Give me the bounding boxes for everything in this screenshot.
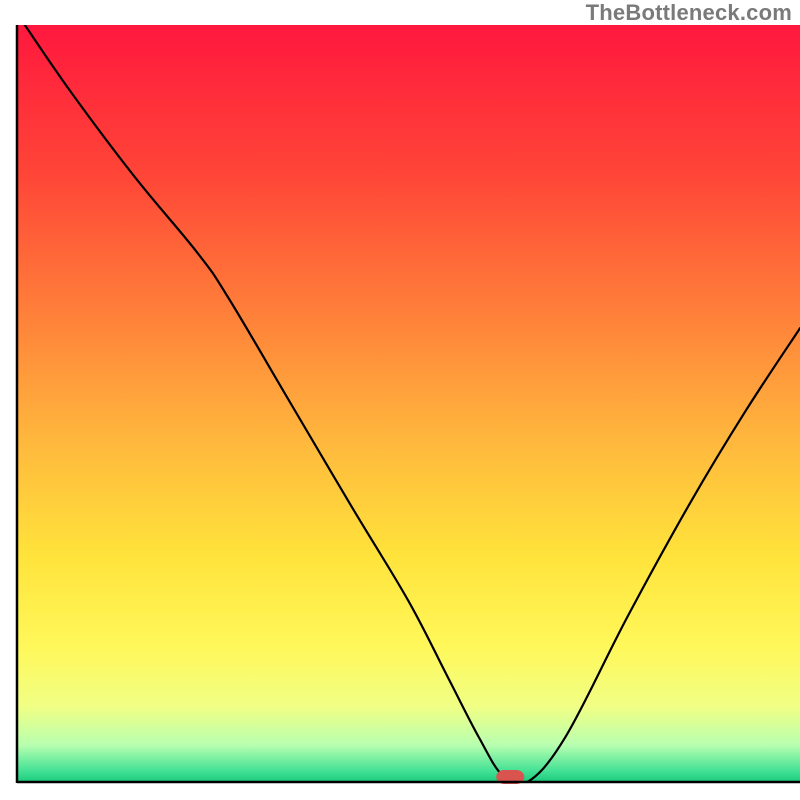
chart-container: TheBottleneck.com [0, 0, 800, 800]
watermark-label: TheBottleneck.com [586, 0, 792, 26]
gradient-background [17, 25, 800, 783]
bottleneck-chart [0, 0, 800, 800]
